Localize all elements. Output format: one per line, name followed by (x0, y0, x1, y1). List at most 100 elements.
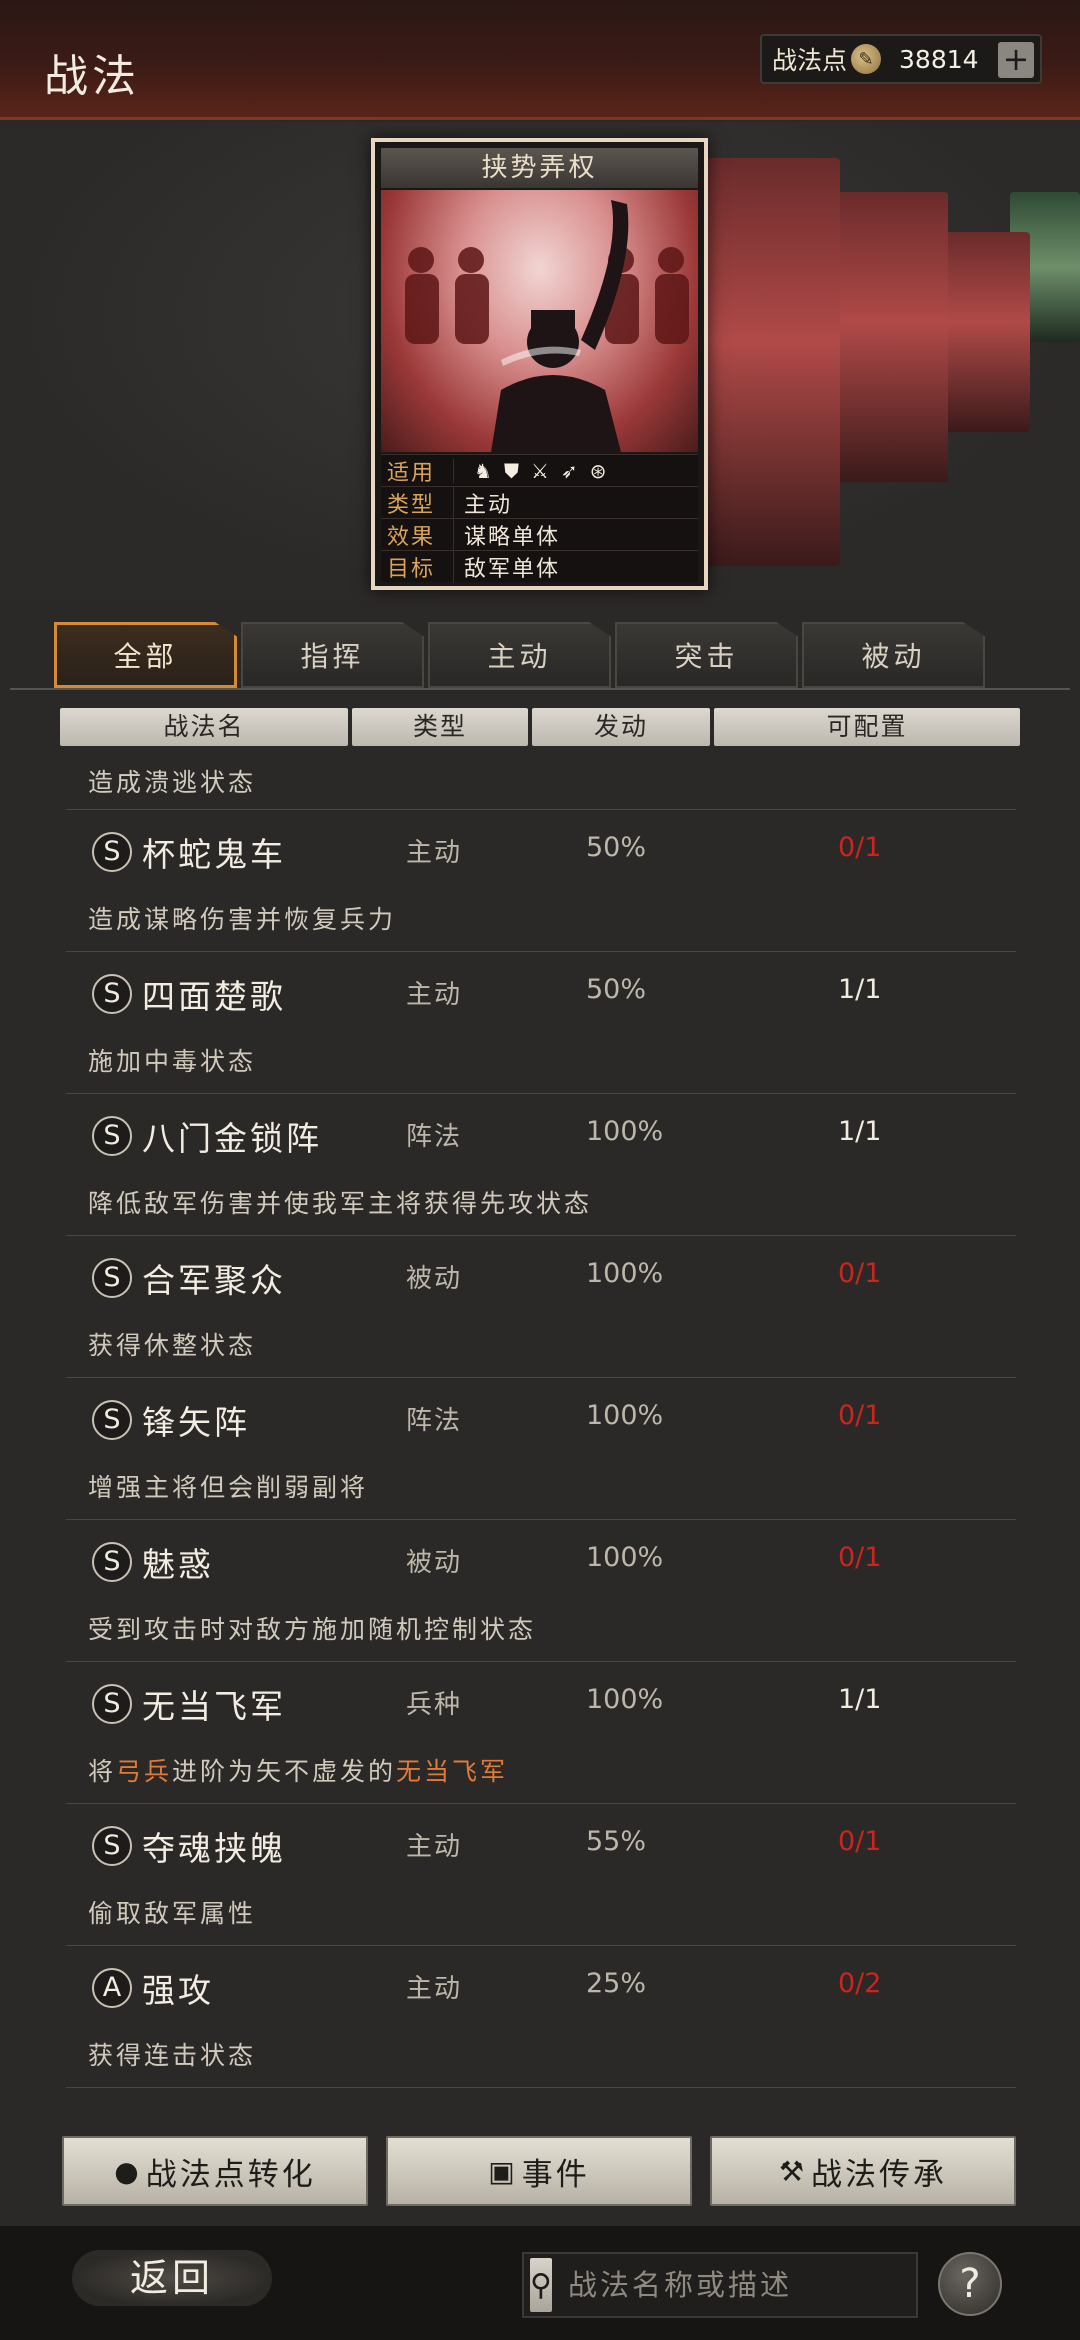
tactic-config: 0/1 (838, 1400, 882, 1431)
tactic-config: 0/1 (838, 832, 882, 863)
search-box[interactable]: ⚲ (522, 2252, 935, 2318)
tactic-type: 兵种 (406, 1690, 463, 1720)
tactic-config: 1/1 (838, 974, 882, 1005)
list-item[interactable]: S 夺魂挟魄 主动 55% 0/1 偷取敌军属性 (66, 1804, 1016, 1946)
tactic-name: 四面楚歌 (142, 977, 286, 1016)
tactic-desc: 将弓兵进阶为矢不虚发的无当飞军 (88, 1752, 508, 1788)
list-item-head: S 合军聚众 被动 100% 0/1 (66, 1236, 1016, 1318)
list-item-head: S 夺魂挟魄 主动 55% 0/1 (66, 1804, 1016, 1886)
tactic-rate: 55% (586, 1826, 647, 1857)
info-key: 类型 (387, 492, 436, 518)
card-carousel[interactable]: 挟势弄权 适用 ♞ ⛊ ⚔ ➶ ⊛ 类型 主动 效果 谋略单体 目标 敌军单体 (0, 122, 1080, 600)
list-item[interactable]: S 八门金锁阵 阵法 100% 1/1 降低敌军伤害并使我军主将获得先攻状态 (66, 1094, 1016, 1236)
convert-label: 战法点转化 (145, 2156, 316, 2193)
tactic-type: 阵法 (406, 1122, 463, 1152)
tactic-type: 阵法 (406, 1406, 463, 1436)
tactic-config: 0/1 (838, 1542, 882, 1573)
list-item-head: S 八门金锁阵 阵法 100% 1/1 (66, 1094, 1016, 1176)
card-title: 挟势弄权 (381, 148, 698, 188)
list-item[interactable]: S 魅惑 被动 100% 0/1 受到攻击时对敌方施加随机控制状态 (66, 1520, 1016, 1662)
desc-text: 进阶为矢不虚发的 (172, 1757, 397, 1786)
tactic-points-box: 战法点 ✎ 38814 + (760, 34, 1042, 84)
list-item[interactable]: A 强攻 主动 25% 0/2 获得连击状态 (66, 1946, 1016, 2088)
list-item[interactable]: S 合军聚众 被动 100% 0/1 获得休整状态 (66, 1236, 1016, 1378)
card-artwork (381, 190, 698, 452)
tactic-desc: 获得休整状态 (88, 1331, 257, 1360)
tactic-rate: 50% (586, 832, 647, 863)
tactic-rate: 100% (586, 1258, 664, 1289)
back-button[interactable]: 返回 (72, 2250, 272, 2306)
grade-badge: S (92, 1258, 132, 1298)
tactic-desc: 增强主将但会削弱副将 (88, 1473, 369, 1502)
grade-badge: S (92, 1116, 132, 1156)
page-title: 战法 (44, 51, 140, 102)
help-button[interactable]: ? (938, 2252, 1002, 2316)
carousel-card[interactable] (830, 192, 948, 482)
tab-assault[interactable]: 突击 (615, 622, 798, 688)
tab-passive[interactable]: 被动 (802, 622, 985, 688)
info-key: 目标 (387, 556, 436, 582)
tactic-desc: 获得连击状态 (88, 2041, 257, 2070)
tactic-rate: 50% (586, 974, 647, 1005)
unit-icons: ♞ ⛊ ⚔ ➶ ⊛ (453, 458, 698, 483)
desc-highlight: 弓兵 (116, 1757, 173, 1786)
search-icon[interactable]: ⚲ (530, 2258, 552, 2312)
convert-points-button[interactable]: ● 战法点转化 (62, 2136, 368, 2206)
list-item[interactable]: S 杯蛇鬼车 主动 50% 0/1 造成谋略伤害并恢复兵力 (66, 810, 1016, 952)
tab-command[interactable]: 指挥 (241, 622, 424, 688)
info-value: 主动 (453, 486, 698, 519)
points-label: 战法点 (772, 46, 848, 75)
tactic-rate: 100% (586, 1116, 664, 1147)
tactic-name: 杯蛇鬼车 (142, 835, 286, 874)
grade-badge: S (92, 1826, 132, 1866)
list-item[interactable]: S 无当飞军 兵种 100% 1/1 将弓兵进阶为矢不虚发的无当飞军 (66, 1662, 1016, 1804)
list-item-head: S 无当飞军 兵种 100% 1/1 (66, 1662, 1016, 1744)
grade-badge: S (92, 832, 132, 872)
points-value: 38814 (899, 44, 979, 74)
grade-badge: A (92, 1968, 132, 2008)
crossed-weapons-icon: ⚔ (530, 458, 551, 483)
tactic-type: 主动 (406, 980, 463, 1010)
selected-tactic-card[interactable]: 挟势弄权 适用 ♞ ⛊ ⚔ ➶ ⊛ 类型 主动 效果 谋略单体 目标 敌军单体 (371, 138, 708, 590)
tactic-config: 0/2 (838, 1968, 882, 1999)
tabs-divider (10, 688, 1070, 690)
tactic-rate: 100% (586, 1684, 664, 1715)
column-header-config[interactable]: 可配置 (714, 708, 1020, 746)
column-header-type[interactable]: 类型 (352, 708, 528, 746)
inherit-button[interactable]: ⚒ 战法传承 (710, 2136, 1016, 2206)
carousel-card[interactable] (700, 158, 840, 566)
event-icon: ▣ (488, 2154, 518, 2188)
list-item[interactable]: S 四面楚歌 主动 50% 1/1 施加中毒状态 (66, 952, 1016, 1094)
tab-active[interactable]: 主动 (428, 622, 611, 688)
tactic-config: 1/1 (838, 1116, 882, 1147)
tactic-type: 主动 (406, 1832, 463, 1862)
search-input[interactable] (551, 2268, 935, 2302)
event-button[interactable]: ▣ 事件 (386, 2136, 692, 2206)
list-item-head: S 锋矢阵 阵法 100% 0/1 (66, 1378, 1016, 1460)
tactic-desc: 偷取敌军属性 (88, 1899, 257, 1928)
tactic-name: 八门金锁阵 (142, 1119, 322, 1158)
archer-icon: ➶ (560, 458, 580, 483)
tactic-type: 主动 (406, 838, 463, 868)
tactic-desc: 降低敌军伤害并使我军主将获得先攻状态 (88, 1189, 593, 1218)
tactic-type: 被动 (406, 1264, 463, 1294)
tab-all[interactable]: 全部 (54, 622, 237, 688)
wheel-icon: ⊛ (589, 458, 609, 483)
shield-icon: ⛊ (503, 458, 521, 483)
list-item-desc: 造成溃逃状态 (66, 756, 1016, 810)
add-points-button[interactable]: + (998, 42, 1034, 78)
grade-badge: S (92, 1400, 132, 1440)
tactic-name: 合军聚众 (142, 1261, 286, 1300)
flame-icon: ● (114, 2154, 142, 2188)
list-item[interactable]: S 锋矢阵 阵法 100% 0/1 增强主将但会削弱副将 (66, 1378, 1016, 1520)
hammer-icon: ⚒ (778, 2154, 808, 2188)
column-header-rate[interactable]: 发动 (532, 708, 710, 746)
inherit-label: 战法传承 (811, 2156, 948, 2193)
tactic-desc: 施加中毒状态 (88, 1047, 257, 1076)
tactic-name: 魅惑 (142, 1545, 214, 1584)
tactics-list[interactable]: 造成溃逃状态 S 杯蛇鬼车 主动 50% 0/1 造成谋略伤害并恢复兵力 S 四… (66, 756, 1016, 2126)
grade-badge: S (92, 1542, 132, 1582)
column-header-name[interactable]: 战法名 (60, 708, 348, 746)
info-row-effect: 效果 谋略单体 (381, 518, 698, 551)
tactic-rate: 25% (586, 1968, 647, 1999)
